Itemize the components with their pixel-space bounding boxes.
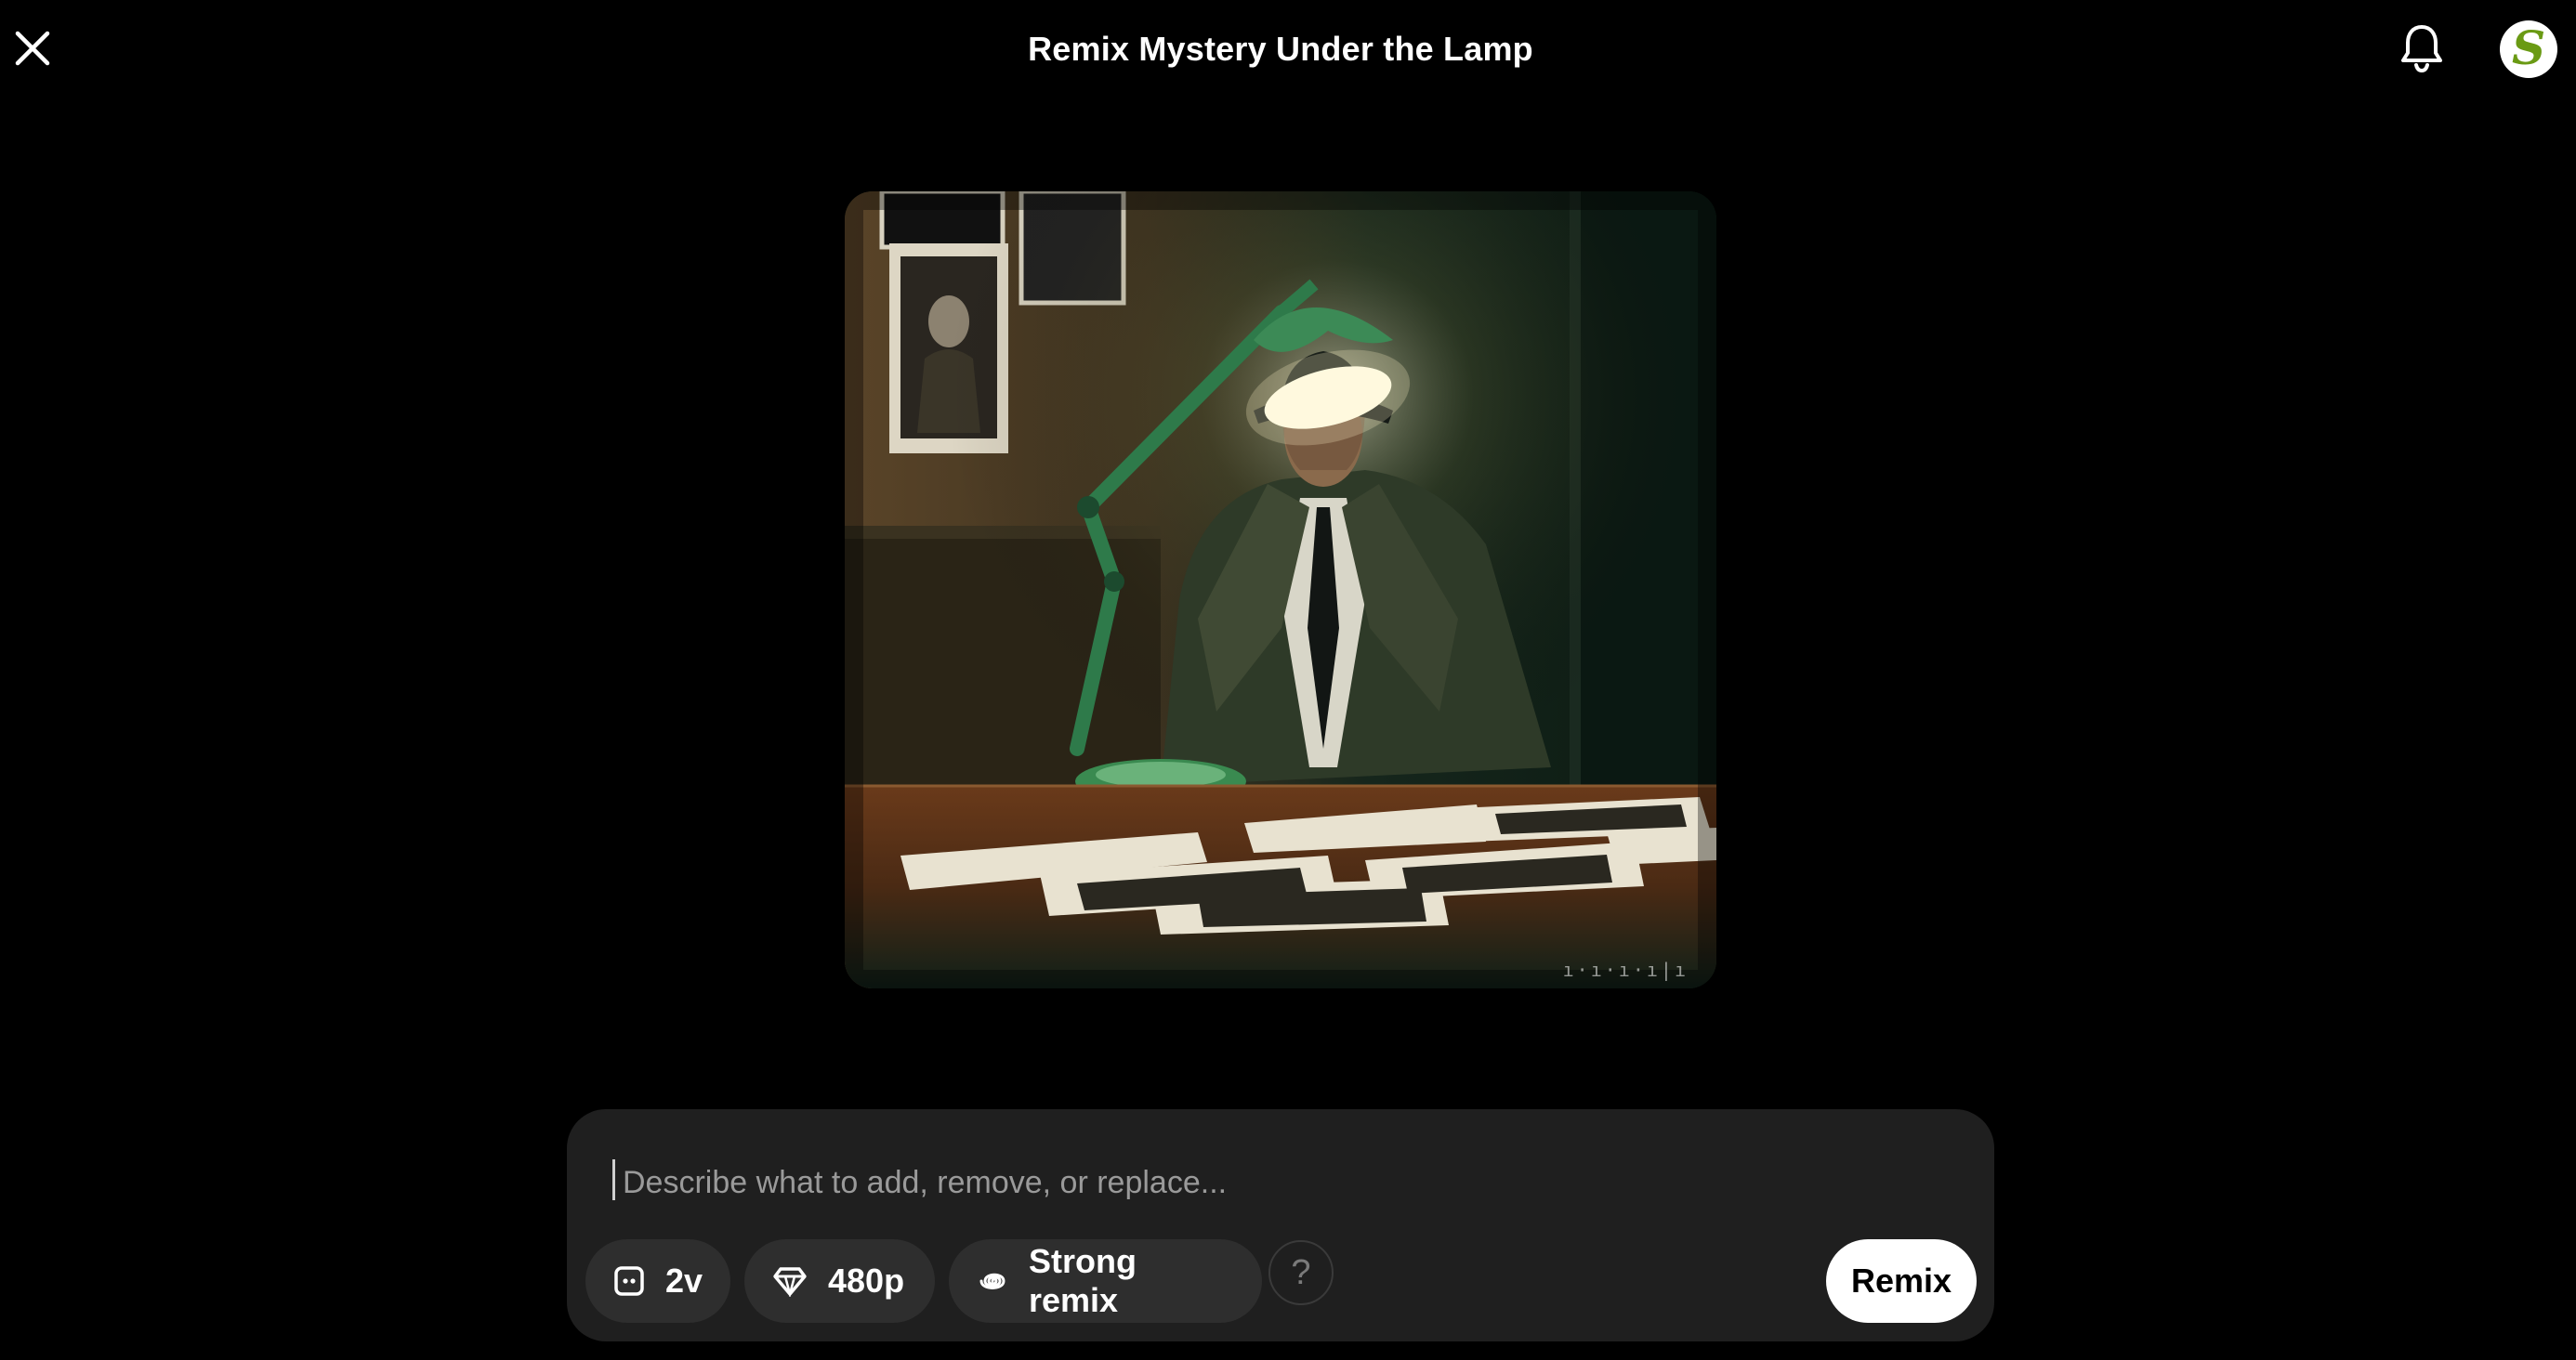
versions-label: 2v — [665, 1262, 703, 1300]
page-title: Remix Mystery Under the Lamp — [1028, 30, 1533, 68]
video-preview[interactable]: ı·ı·ı·ı|ı — [845, 191, 1716, 988]
avatar-letter: S — [2511, 20, 2546, 75]
preview-watermark: ı·ı·ı·ı|ı — [1562, 959, 1689, 981]
spiral-icon — [977, 1265, 1008, 1297]
remix-button[interactable]: Remix — [1826, 1239, 1977, 1323]
remix-screen: Remix Mystery Under the Lamp S ı·ı·ı·ı|ı… — [0, 0, 2576, 1360]
help-button[interactable]: ? — [1268, 1240, 1334, 1305]
remix-strength-selector[interactable]: Strong remix — [949, 1239, 1262, 1323]
preview-illustration — [845, 191, 1716, 988]
resolution-label: 480p — [828, 1262, 905, 1300]
remix-strength-label: Strong remix — [1029, 1242, 1137, 1319]
versions-selector[interactable]: 2v — [585, 1239, 730, 1323]
bell-icon — [2401, 25, 2442, 73]
remix-prompt-panel: 2v 480p Strong remix ? Remix — [567, 1109, 1994, 1341]
notifications-button[interactable] — [2396, 20, 2448, 76]
text-caret — [612, 1159, 615, 1200]
diamond-icon — [772, 1265, 808, 1297]
avatar[interactable]: S — [2500, 20, 2557, 78]
remix-prompt-input[interactable] — [610, 1159, 1929, 1206]
versions-icon — [613, 1265, 645, 1297]
resolution-selector[interactable]: 480p — [744, 1239, 935, 1323]
